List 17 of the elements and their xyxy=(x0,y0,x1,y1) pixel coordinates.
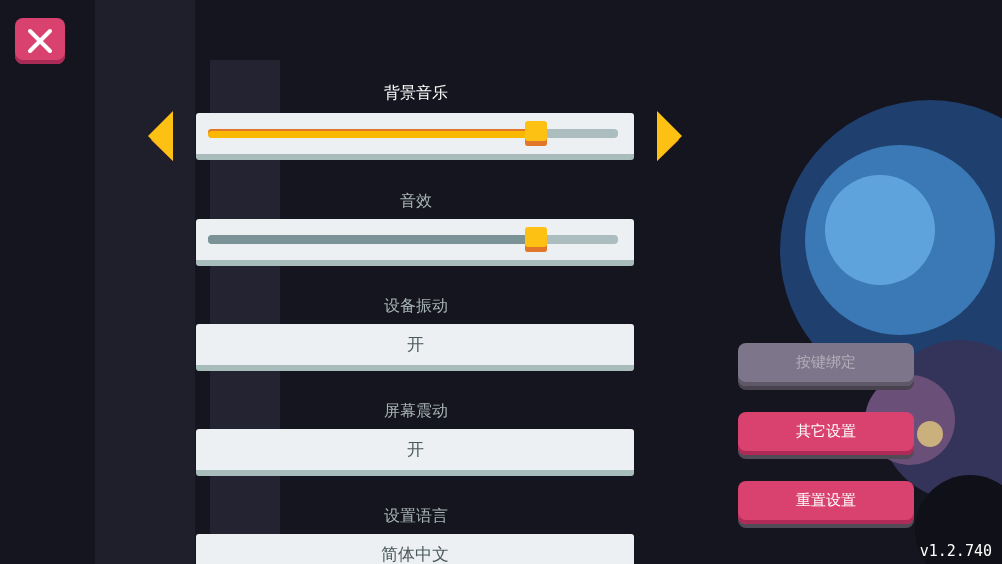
close-icon xyxy=(27,28,53,54)
setting-label: 音效 xyxy=(399,190,432,212)
left-arrow-icon[interactable] xyxy=(148,111,173,161)
setting-label: 设置语言 xyxy=(383,505,448,527)
close-button[interactable] xyxy=(15,18,65,64)
option-selector[interactable]: 开 xyxy=(196,429,634,476)
setting-label: 背景音乐 xyxy=(383,82,448,104)
version-label: v1.2.740 xyxy=(919,542,992,560)
option-selector[interactable]: 开 xyxy=(196,324,634,371)
setting-label: 设备振动 xyxy=(383,295,448,317)
slider-thumb[interactable] xyxy=(525,120,547,146)
setting-label: 屏幕震动 xyxy=(383,400,448,422)
option-selector[interactable]: 简体中文 xyxy=(196,534,634,564)
slider[interactable] xyxy=(196,219,634,266)
slider[interactable] xyxy=(196,112,634,160)
right-arrow-icon[interactable] xyxy=(657,111,682,161)
slider-thumb[interactable] xyxy=(525,227,547,252)
